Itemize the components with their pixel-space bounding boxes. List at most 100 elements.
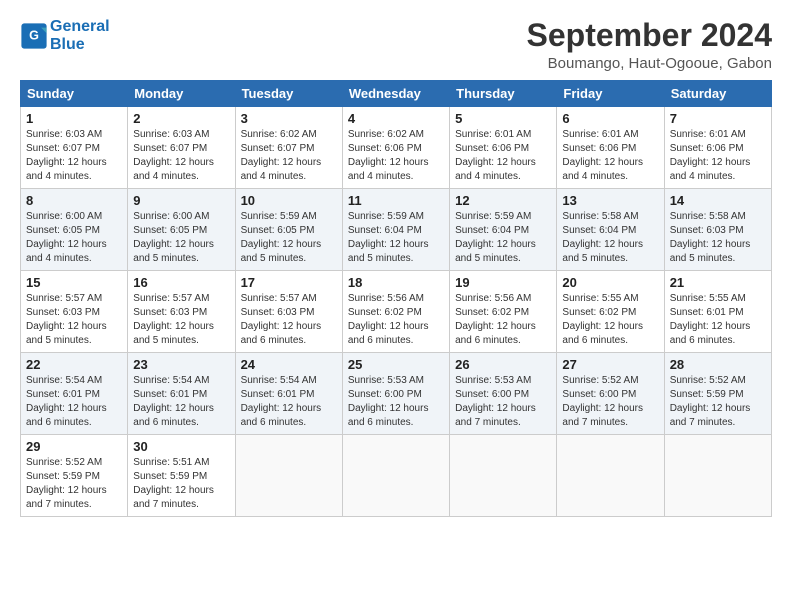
day-number: 19 <box>455 275 551 290</box>
day-number: 27 <box>562 357 658 372</box>
table-row: 24 Sunrise: 5:54 AMSunset: 6:01 PMDaylig… <box>235 353 342 435</box>
table-row: 11 Sunrise: 5:59 AMSunset: 6:04 PMDaylig… <box>342 189 449 271</box>
table-row: 27 Sunrise: 5:52 AMSunset: 6:00 PMDaylig… <box>557 353 664 435</box>
day-info: Sunrise: 6:00 AMSunset: 6:05 PMDaylight:… <box>26 211 107 264</box>
day-info: Sunrise: 6:00 AMSunset: 6:05 PMDaylight:… <box>133 211 214 264</box>
table-row: 9 Sunrise: 6:00 AMSunset: 6:05 PMDayligh… <box>128 189 235 271</box>
title-area: September 2024 Boumango, Haut-Ogooue, Ga… <box>527 18 772 72</box>
table-row <box>664 435 771 517</box>
table-row <box>235 435 342 517</box>
table-row: 14 Sunrise: 5:58 AMSunset: 6:03 PMDaylig… <box>664 189 771 271</box>
day-number: 14 <box>670 193 766 208</box>
day-number: 15 <box>26 275 122 290</box>
table-row <box>557 435 664 517</box>
day-number: 29 <box>26 439 122 454</box>
day-number: 8 <box>26 193 122 208</box>
day-number: 7 <box>670 111 766 126</box>
header-wednesday: Wednesday <box>342 81 449 107</box>
header-friday: Friday <box>557 81 664 107</box>
header-saturday: Saturday <box>664 81 771 107</box>
day-number: 9 <box>133 193 229 208</box>
table-row: 1 Sunrise: 6:03 AMSunset: 6:07 PMDayligh… <box>21 107 128 189</box>
day-info: Sunrise: 5:59 AMSunset: 6:04 PMDaylight:… <box>348 211 429 264</box>
table-row: 22 Sunrise: 5:54 AMSunset: 6:01 PMDaylig… <box>21 353 128 435</box>
table-row <box>342 435 449 517</box>
table-row: 23 Sunrise: 5:54 AMSunset: 6:01 PMDaylig… <box>128 353 235 435</box>
day-info: Sunrise: 5:52 AMSunset: 5:59 PMDaylight:… <box>670 375 751 428</box>
calendar-week-row: 29 Sunrise: 5:52 AMSunset: 5:59 PMDaylig… <box>21 435 772 517</box>
table-row: 30 Sunrise: 5:51 AMSunset: 5:59 PMDaylig… <box>128 435 235 517</box>
header-monday: Monday <box>128 81 235 107</box>
location: Boumango, Haut-Ogooue, Gabon <box>527 55 772 72</box>
calendar-page: G General Blue September 2024 Boumango, … <box>0 0 792 527</box>
day-info: Sunrise: 6:01 AMSunset: 6:06 PMDaylight:… <box>670 129 751 182</box>
day-info: Sunrise: 6:01 AMSunset: 6:06 PMDaylight:… <box>562 129 643 182</box>
day-number: 30 <box>133 439 229 454</box>
day-info: Sunrise: 6:02 AMSunset: 6:06 PMDaylight:… <box>348 129 429 182</box>
day-number: 12 <box>455 193 551 208</box>
day-info: Sunrise: 5:58 AMSunset: 6:03 PMDaylight:… <box>670 211 751 264</box>
table-row: 21 Sunrise: 5:55 AMSunset: 6:01 PMDaylig… <box>664 271 771 353</box>
table-row: 18 Sunrise: 5:56 AMSunset: 6:02 PMDaylig… <box>342 271 449 353</box>
calendar-table: Sunday Monday Tuesday Wednesday Thursday… <box>20 80 772 517</box>
day-number: 28 <box>670 357 766 372</box>
day-number: 16 <box>133 275 229 290</box>
table-row: 12 Sunrise: 5:59 AMSunset: 6:04 PMDaylig… <box>450 189 557 271</box>
table-row: 5 Sunrise: 6:01 AMSunset: 6:06 PMDayligh… <box>450 107 557 189</box>
day-info: Sunrise: 5:56 AMSunset: 6:02 PMDaylight:… <box>348 293 429 346</box>
day-number: 24 <box>241 357 337 372</box>
day-number: 26 <box>455 357 551 372</box>
day-info: Sunrise: 5:54 AMSunset: 6:01 PMDaylight:… <box>241 375 322 428</box>
calendar-week-row: 8 Sunrise: 6:00 AMSunset: 6:05 PMDayligh… <box>21 189 772 271</box>
day-info: Sunrise: 6:03 AMSunset: 6:07 PMDaylight:… <box>26 129 107 182</box>
logo-icon: G <box>20 22 48 50</box>
day-info: Sunrise: 5:55 AMSunset: 6:01 PMDaylight:… <box>670 293 751 346</box>
day-number: 22 <box>26 357 122 372</box>
day-number: 4 <box>348 111 444 126</box>
calendar-week-row: 22 Sunrise: 5:54 AMSunset: 6:01 PMDaylig… <box>21 353 772 435</box>
day-number: 23 <box>133 357 229 372</box>
logo: G General Blue <box>20 18 110 53</box>
day-info: Sunrise: 5:54 AMSunset: 6:01 PMDaylight:… <box>26 375 107 428</box>
table-row: 17 Sunrise: 5:57 AMSunset: 6:03 PMDaylig… <box>235 271 342 353</box>
table-row: 4 Sunrise: 6:02 AMSunset: 6:06 PMDayligh… <box>342 107 449 189</box>
header-tuesday: Tuesday <box>235 81 342 107</box>
day-number: 11 <box>348 193 444 208</box>
table-row: 16 Sunrise: 5:57 AMSunset: 6:03 PMDaylig… <box>128 271 235 353</box>
day-number: 6 <box>562 111 658 126</box>
day-info: Sunrise: 5:53 AMSunset: 6:00 PMDaylight:… <box>348 375 429 428</box>
day-info: Sunrise: 5:57 AMSunset: 6:03 PMDaylight:… <box>241 293 322 346</box>
header: G General Blue September 2024 Boumango, … <box>20 18 772 72</box>
day-number: 13 <box>562 193 658 208</box>
table-row: 20 Sunrise: 5:55 AMSunset: 6:02 PMDaylig… <box>557 271 664 353</box>
day-number: 1 <box>26 111 122 126</box>
day-info: Sunrise: 5:57 AMSunset: 6:03 PMDaylight:… <box>26 293 107 346</box>
svg-text:G: G <box>29 28 39 42</box>
table-row: 19 Sunrise: 5:56 AMSunset: 6:02 PMDaylig… <box>450 271 557 353</box>
table-row: 28 Sunrise: 5:52 AMSunset: 5:59 PMDaylig… <box>664 353 771 435</box>
day-info: Sunrise: 5:58 AMSunset: 6:04 PMDaylight:… <box>562 211 643 264</box>
table-row: 13 Sunrise: 5:58 AMSunset: 6:04 PMDaylig… <box>557 189 664 271</box>
calendar-header-row: Sunday Monday Tuesday Wednesday Thursday… <box>21 81 772 107</box>
table-row: 6 Sunrise: 6:01 AMSunset: 6:06 PMDayligh… <box>557 107 664 189</box>
day-info: Sunrise: 5:52 AMSunset: 5:59 PMDaylight:… <box>26 457 107 510</box>
calendar-week-row: 1 Sunrise: 6:03 AMSunset: 6:07 PMDayligh… <box>21 107 772 189</box>
table-row: 15 Sunrise: 5:57 AMSunset: 6:03 PMDaylig… <box>21 271 128 353</box>
day-number: 25 <box>348 357 444 372</box>
calendar-week-row: 15 Sunrise: 5:57 AMSunset: 6:03 PMDaylig… <box>21 271 772 353</box>
table-row: 10 Sunrise: 5:59 AMSunset: 6:05 PMDaylig… <box>235 189 342 271</box>
day-number: 18 <box>348 275 444 290</box>
day-number: 3 <box>241 111 337 126</box>
table-row: 26 Sunrise: 5:53 AMSunset: 6:00 PMDaylig… <box>450 353 557 435</box>
day-number: 20 <box>562 275 658 290</box>
table-row: 8 Sunrise: 6:00 AMSunset: 6:05 PMDayligh… <box>21 189 128 271</box>
day-number: 21 <box>670 275 766 290</box>
table-row: 3 Sunrise: 6:02 AMSunset: 6:07 PMDayligh… <box>235 107 342 189</box>
table-row: 2 Sunrise: 6:03 AMSunset: 6:07 PMDayligh… <box>128 107 235 189</box>
day-info: Sunrise: 5:56 AMSunset: 6:02 PMDaylight:… <box>455 293 536 346</box>
day-info: Sunrise: 5:54 AMSunset: 6:01 PMDaylight:… <box>133 375 214 428</box>
day-info: Sunrise: 5:59 AMSunset: 6:05 PMDaylight:… <box>241 211 322 264</box>
table-row: 25 Sunrise: 5:53 AMSunset: 6:00 PMDaylig… <box>342 353 449 435</box>
month-title: September 2024 <box>527 18 772 53</box>
day-info: Sunrise: 6:02 AMSunset: 6:07 PMDaylight:… <box>241 129 322 182</box>
